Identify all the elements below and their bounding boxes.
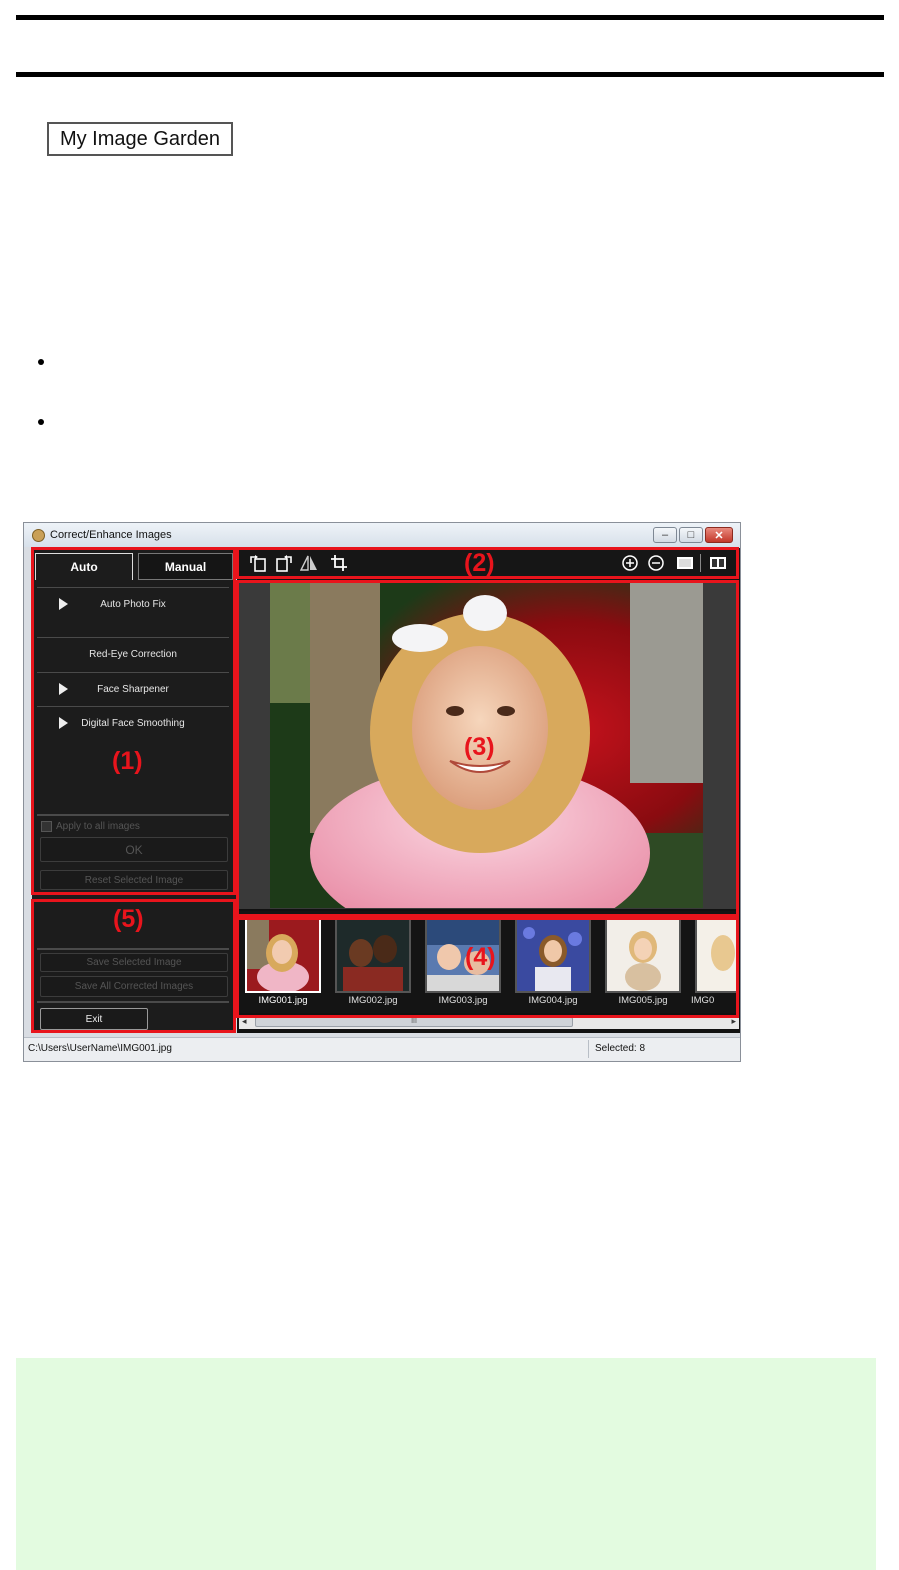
compare-icon[interactable] <box>709 554 727 572</box>
menu-auto-photo-fix[interactable]: Auto Photo Fix <box>37 587 229 620</box>
thumbnail[interactable] <box>695 917 739 993</box>
status-divider <box>588 1040 589 1058</box>
tab-manual[interactable]: Manual <box>138 553 233 580</box>
save-all-corrected-images-button[interactable]: Save All Corrected Images <box>40 976 228 997</box>
menu-red-eye-correction[interactable]: Red-Eye Correction <box>37 637 229 670</box>
reset-selected-image-button[interactable]: Reset Selected Image <box>40 870 228 890</box>
second-rule <box>16 72 884 77</box>
exit-button[interactable]: Exit <box>40 1008 148 1030</box>
thumbnail-label: IMG004.jpg <box>528 995 578 1006</box>
flip-horizontal-icon[interactable] <box>299 554 318 572</box>
correction-panel: Auto Manual Auto Photo Fix Red-Eye Corre… <box>32 548 236 1033</box>
tab-auto[interactable]: Auto <box>35 553 133 580</box>
scroll-left-arrow-icon[interactable]: ◂ <box>242 1016 247 1027</box>
thumbnail[interactable] <box>515 917 591 993</box>
bullet-marker <box>38 419 44 425</box>
app-icon <box>32 529 45 542</box>
top-rule <box>16 15 884 20</box>
scroll-right-arrow-icon[interactable]: ▸ <box>731 1016 736 1027</box>
product-badge: My Image Garden <box>47 122 233 156</box>
zoom-in-icon[interactable] <box>621 554 639 572</box>
thumbnail-label: IMG005.jpg <box>618 995 668 1006</box>
region-label-4: (4) <box>465 943 496 971</box>
maximize-button[interactable]: □ <box>679 527 703 543</box>
thumbnail-label: IMG003.jpg <box>438 995 488 1006</box>
menu-digital-face-smoothing[interactable]: Digital Face Smoothing <box>37 706 229 739</box>
thumbnail-label: IMG002.jpg <box>348 995 398 1006</box>
region-label-2: (2) <box>464 549 495 577</box>
thumbnail-label: IMG0 <box>691 995 715 1006</box>
panel-divider <box>37 948 229 950</box>
apply-all-checkbox-row[interactable]: Apply to all images <box>41 821 140 832</box>
note-box <box>16 1358 876 1570</box>
thumbnail[interactable] <box>605 917 681 993</box>
scroll-thumb[interactable]: III <box>255 1017 573 1027</box>
close-button[interactable]: ✕ <box>705 527 733 543</box>
region-label-1: (1) <box>112 747 143 775</box>
zoom-out-icon[interactable] <box>647 554 665 572</box>
window-titlebar[interactable]: Correct/Enhance Images – □ ✕ <box>24 523 740 547</box>
whole-image-icon[interactable] <box>676 554 694 572</box>
menu-label: Auto Photo Fix <box>100 598 166 610</box>
status-path: C:\Users\UserName\IMG001.jpg <box>28 1043 172 1054</box>
correct-enhance-window: Correct/Enhance Images – □ ✕ Auto Manual… <box>23 522 741 1062</box>
ok-button[interactable]: OK <box>40 837 228 862</box>
menu-label: Red-Eye Correction <box>89 648 177 660</box>
region-label-3: (3) <box>464 733 495 761</box>
bullet-marker <box>38 359 44 365</box>
expand-arrow-icon <box>59 683 68 695</box>
window-title: Correct/Enhance Images <box>50 529 172 541</box>
apply-all-checkbox[interactable] <box>41 821 52 832</box>
expand-arrow-icon <box>59 717 68 729</box>
thumbnail[interactable] <box>245 917 321 993</box>
region-label-5: (5) <box>113 905 144 933</box>
status-bar: C:\Users\UserName\IMG001.jpg Selected: 8 <box>24 1037 740 1061</box>
menu-face-sharpener[interactable]: Face Sharpener <box>37 672 229 705</box>
menu-label: Digital Face Smoothing <box>81 717 185 729</box>
crop-icon[interactable] <box>330 554 348 572</box>
menu-label: Face Sharpener <box>97 683 169 695</box>
thumbnail[interactable] <box>335 917 411 993</box>
rotate-left-icon[interactable] <box>249 554 267 572</box>
panel-divider <box>37 1001 229 1003</box>
mode-tabs: Auto Manual <box>32 548 236 580</box>
expand-arrow-icon <box>59 598 68 610</box>
apply-all-label: Apply to all images <box>56 821 140 832</box>
save-selected-image-button[interactable]: Save Selected Image <box>40 953 228 972</box>
status-selected-count: Selected: 8 <box>595 1043 646 1054</box>
minimize-button[interactable]: – <box>653 527 677 543</box>
rotate-right-icon[interactable] <box>275 554 293 572</box>
panel-divider <box>37 814 229 816</box>
toolbar-divider <box>700 554 701 572</box>
thumbnail-label: IMG001.jpg <box>258 995 308 1006</box>
thumbnail-scrollbar[interactable]: ◂ III ▸ <box>239 1015 739 1029</box>
